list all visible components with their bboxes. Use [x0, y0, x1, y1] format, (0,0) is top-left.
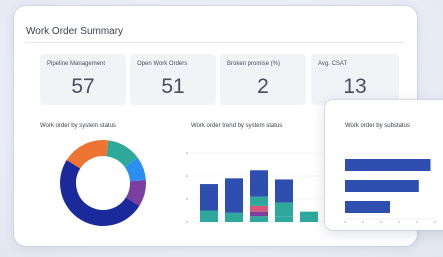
x-tick-mark [416, 221, 418, 223]
kpi-value: 51 [161, 75, 185, 98]
y-tick-mark [186, 221, 188, 223]
substatus-bar[interactable] [345, 201, 390, 213]
substatus-chart-title: Work order by substatus [345, 123, 410, 129]
trend-bar-segment[interactable] [200, 184, 218, 211]
trend-bar-segment[interactable] [200, 210, 218, 223]
trend-bar-segment[interactable] [250, 205, 268, 212]
kpi-value: 13 [343, 75, 367, 98]
x-tick-mark [434, 221, 436, 223]
y-tick-mark [186, 152, 188, 154]
substatus-bar[interactable] [345, 159, 431, 171]
status-chart-title: Work order by system status [40, 123, 116, 129]
kpi-value: 2 [257, 75, 269, 98]
kpi-card-broken-promise[interactable]: Broken promise (%) 2 [220, 54, 306, 105]
trend-chart-title: Work order trend by system status [191, 123, 283, 129]
trend-bar-segment[interactable] [275, 202, 293, 217]
trend-bar-segment[interactable] [300, 211, 318, 222]
x-tick-mark [398, 221, 400, 223]
kpi-value: 57 [71, 75, 95, 98]
trend-bar-segment[interactable] [225, 212, 243, 222]
substatus-bar[interactable] [345, 180, 419, 192]
kpi-card-pipeline[interactable]: Pipeline Management 57 [40, 54, 126, 105]
trend-bar-segment[interactable] [250, 216, 268, 222]
trend-bar-segment[interactable] [275, 216, 293, 222]
trend-bar-segment[interactable] [225, 178, 243, 213]
trend-bar-chart[interactable] [180, 150, 330, 228]
y-tick-mark [186, 175, 188, 177]
y-tick-mark [186, 198, 188, 200]
trend-bar-segment[interactable] [250, 196, 268, 206]
title-divider [26, 42, 404, 43]
kpi-card-avg-csat[interactable]: Avg. CSAT 13 [311, 54, 399, 105]
kpi-label: Pipeline Management [47, 61, 106, 67]
page-title: Work Order Summary [26, 26, 124, 37]
donut-slice[interactable] [66, 140, 109, 169]
substatus-bar-chart[interactable] [343, 150, 443, 225]
kpi-label: Broken promise (%) [227, 61, 281, 67]
substatus-popup-card[interactable]: Work order by substatus [325, 100, 443, 230]
kpi-label: Avg. CSAT [318, 61, 348, 67]
donut-slice[interactable] [60, 159, 140, 226]
x-tick-mark [380, 221, 382, 223]
trend-bar-segment[interactable] [275, 179, 293, 203]
donut-slice[interactable] [124, 157, 146, 182]
x-tick-mark [362, 221, 364, 223]
x-tick-mark [344, 221, 346, 223]
kpi-card-open-work-orders[interactable]: Open Work Orders 51 [130, 54, 216, 105]
kpi-label: Open Work Orders [137, 61, 188, 67]
status-donut-chart[interactable] [58, 138, 148, 228]
trend-bar-segment[interactable] [250, 211, 268, 217]
donut-slice[interactable] [105, 140, 138, 168]
trend-bar-segment[interactable] [250, 170, 268, 197]
donut-slice[interactable] [125, 180, 146, 207]
